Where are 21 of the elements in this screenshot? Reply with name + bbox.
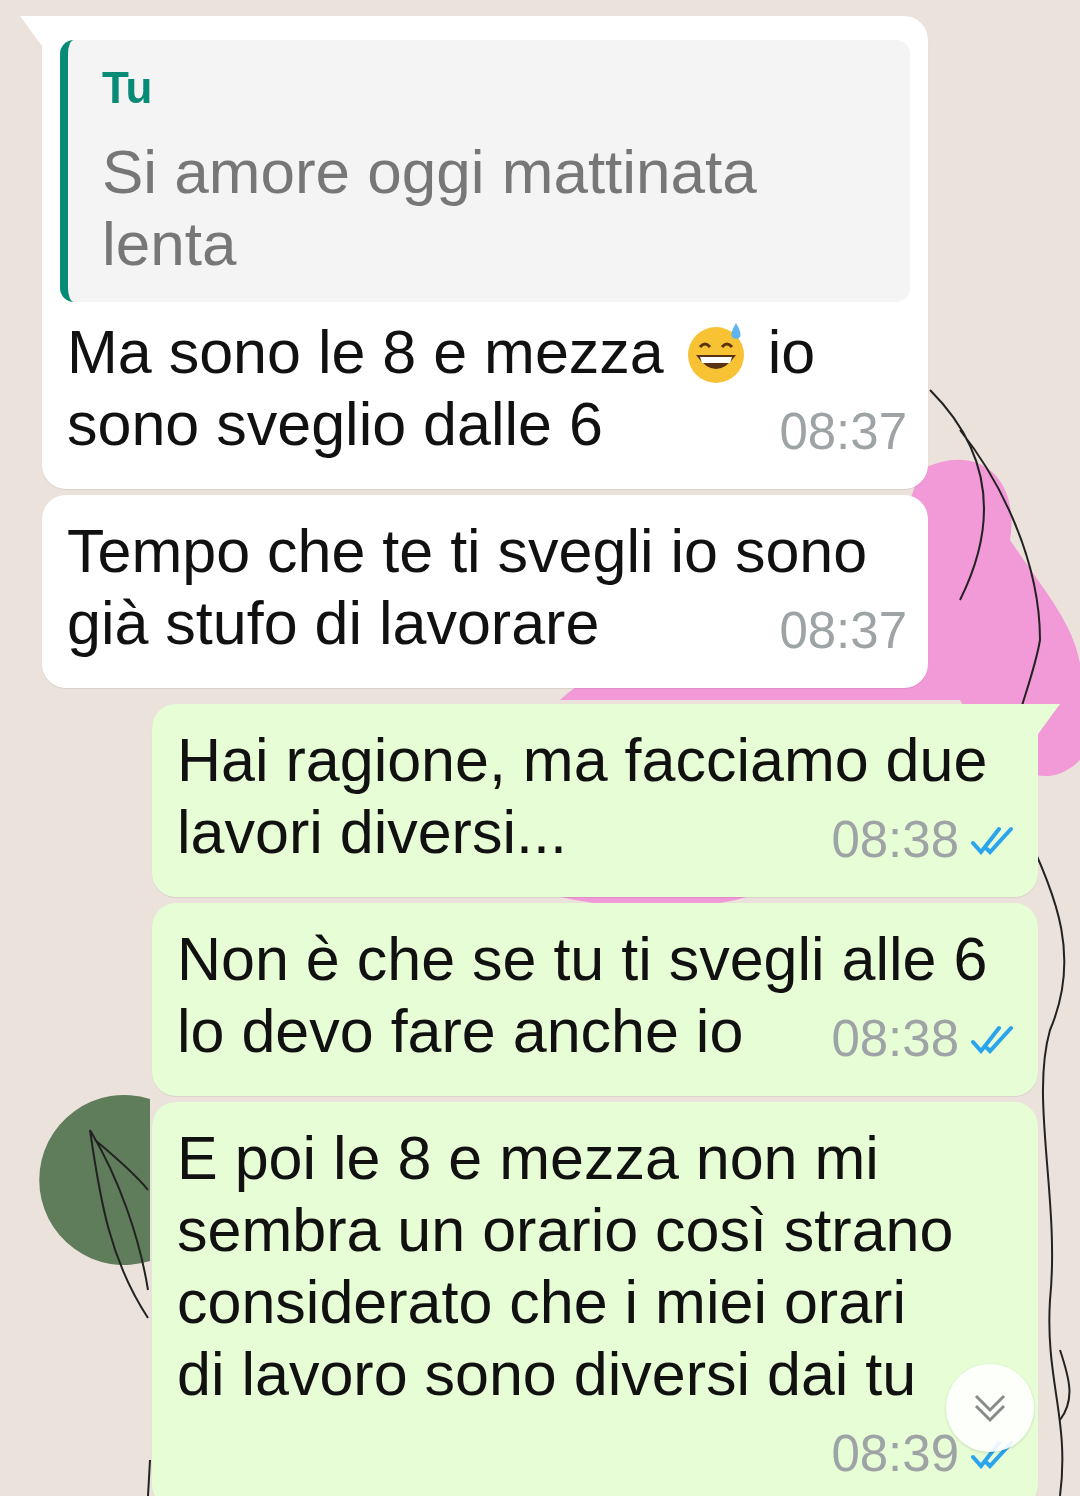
- message-text: lavori diversi...: [177, 798, 567, 866]
- message-time: 08:38: [831, 1013, 959, 1065]
- message-text: Tempo che te ti svegli io sono: [67, 517, 868, 585]
- message-time: 08:37: [779, 605, 907, 657]
- quoted-message[interactable]: Tu Si amore oggi mattinata lenta: [60, 40, 910, 302]
- message-text: io: [767, 318, 816, 386]
- message-text: sembra un orario così strano: [177, 1196, 954, 1264]
- message-text: lo devo fare anche io: [177, 997, 744, 1065]
- message-text: Non è che se tu ti svegli alle 6: [177, 925, 988, 993]
- message-text: E poi le 8 e mezza non mi: [177, 1124, 879, 1192]
- message-text: Hai ragione, ma facciamo due: [177, 726, 988, 794]
- quote-text: Si amore oggi mattinata lenta: [102, 136, 757, 280]
- message-time: 08:39: [831, 1428, 959, 1480]
- message-text: sono sveglio dalle 6: [67, 390, 603, 458]
- message-text: considerato che i miei orari: [177, 1268, 906, 1336]
- message-text: Ma sono le 8 e mezza: [67, 318, 664, 386]
- message-time: 08:38: [831, 814, 959, 866]
- message-time: 08:37: [779, 406, 907, 458]
- message-text: già stufo di lavorare: [67, 589, 600, 657]
- message-text: di lavoro sono diversi dai tu: [177, 1340, 917, 1408]
- quote-author: Tu: [102, 62, 154, 114]
